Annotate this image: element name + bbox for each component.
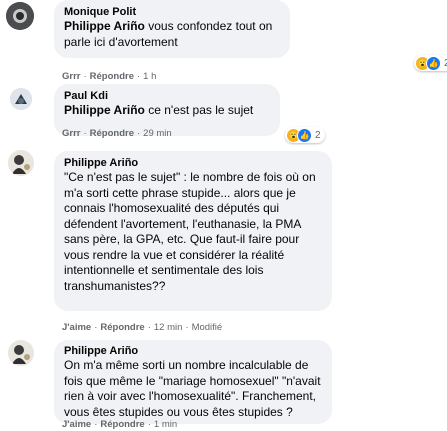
comment-bubble: Philippe Ariño On m'a même sorti un nomb… (54, 340, 332, 424)
reaction-summary[interactable]: 😮 👍 2 (285, 127, 325, 143)
comment-author[interactable]: Paul Kdi (64, 89, 270, 103)
react-button[interactable]: Grrr (62, 128, 80, 139)
timestamp[interactable]: 1 h (143, 71, 156, 82)
reply-button[interactable]: Répondre (90, 71, 134, 82)
reply-button[interactable]: Répondre (100, 419, 144, 430)
timestamp[interactable]: 1 min (154, 419, 177, 430)
comment-actions: J'aime · Répondre · 1 min (62, 419, 178, 430)
comment-bubble: Monique Polit Philippe Ariño vous confon… (54, 0, 290, 58)
thumbs-up-icon: 👍 (297, 127, 312, 143)
avatar[interactable] (8, 340, 34, 366)
edited-label: Modifié (191, 322, 223, 333)
reply-button[interactable]: Répondre (90, 128, 134, 139)
comment-text: "Ce n'est pas le sujet" : le nombre de f… (64, 170, 316, 293)
timestamp[interactable]: 12 min (154, 322, 183, 333)
comment-actions: J'aime · Répondre · 12 min · Modifié (62, 322, 223, 333)
comment-author[interactable]: Philippe Ariño (64, 344, 322, 358)
mention-link[interactable]: Philippe Ariño (64, 103, 145, 117)
like-button[interactable]: J'aime (62, 419, 91, 430)
avatar[interactable] (8, 150, 34, 176)
comment-bubble: Philippe Ariño "Ce n'est pas le sujet" :… (54, 151, 332, 311)
avatar[interactable] (6, 2, 34, 30)
comment-actions: Grrr · Répondre · 29 min (62, 128, 172, 139)
comment-author[interactable]: Monique Polit (64, 5, 280, 19)
timestamp[interactable]: 29 min (143, 128, 172, 139)
react-button[interactable]: Grrr (62, 71, 80, 82)
reaction-count: 2 (315, 129, 321, 141)
thumbs-up-icon: 👍 (426, 55, 441, 71)
avatar[interactable] (10, 88, 32, 110)
comment-author[interactable]: Philippe Ariño (64, 156, 322, 170)
reaction-summary[interactable]: 😮 👍 2 (414, 55, 447, 71)
like-button[interactable]: J'aime (62, 322, 91, 333)
comment-text: On m'a même sorti un nombre incalculable… (64, 358, 321, 419)
comment-actions: Grrr · Répondre · 1 h (62, 71, 157, 82)
mention-link[interactable]: Philippe Ariño (64, 19, 145, 33)
comment-text: Philippe Ariño ce n'est pas le sujet (64, 103, 254, 117)
reply-button[interactable]: Répondre (100, 322, 144, 333)
comment-text: Philippe Ariño vous confondez tout on pa… (64, 19, 273, 49)
